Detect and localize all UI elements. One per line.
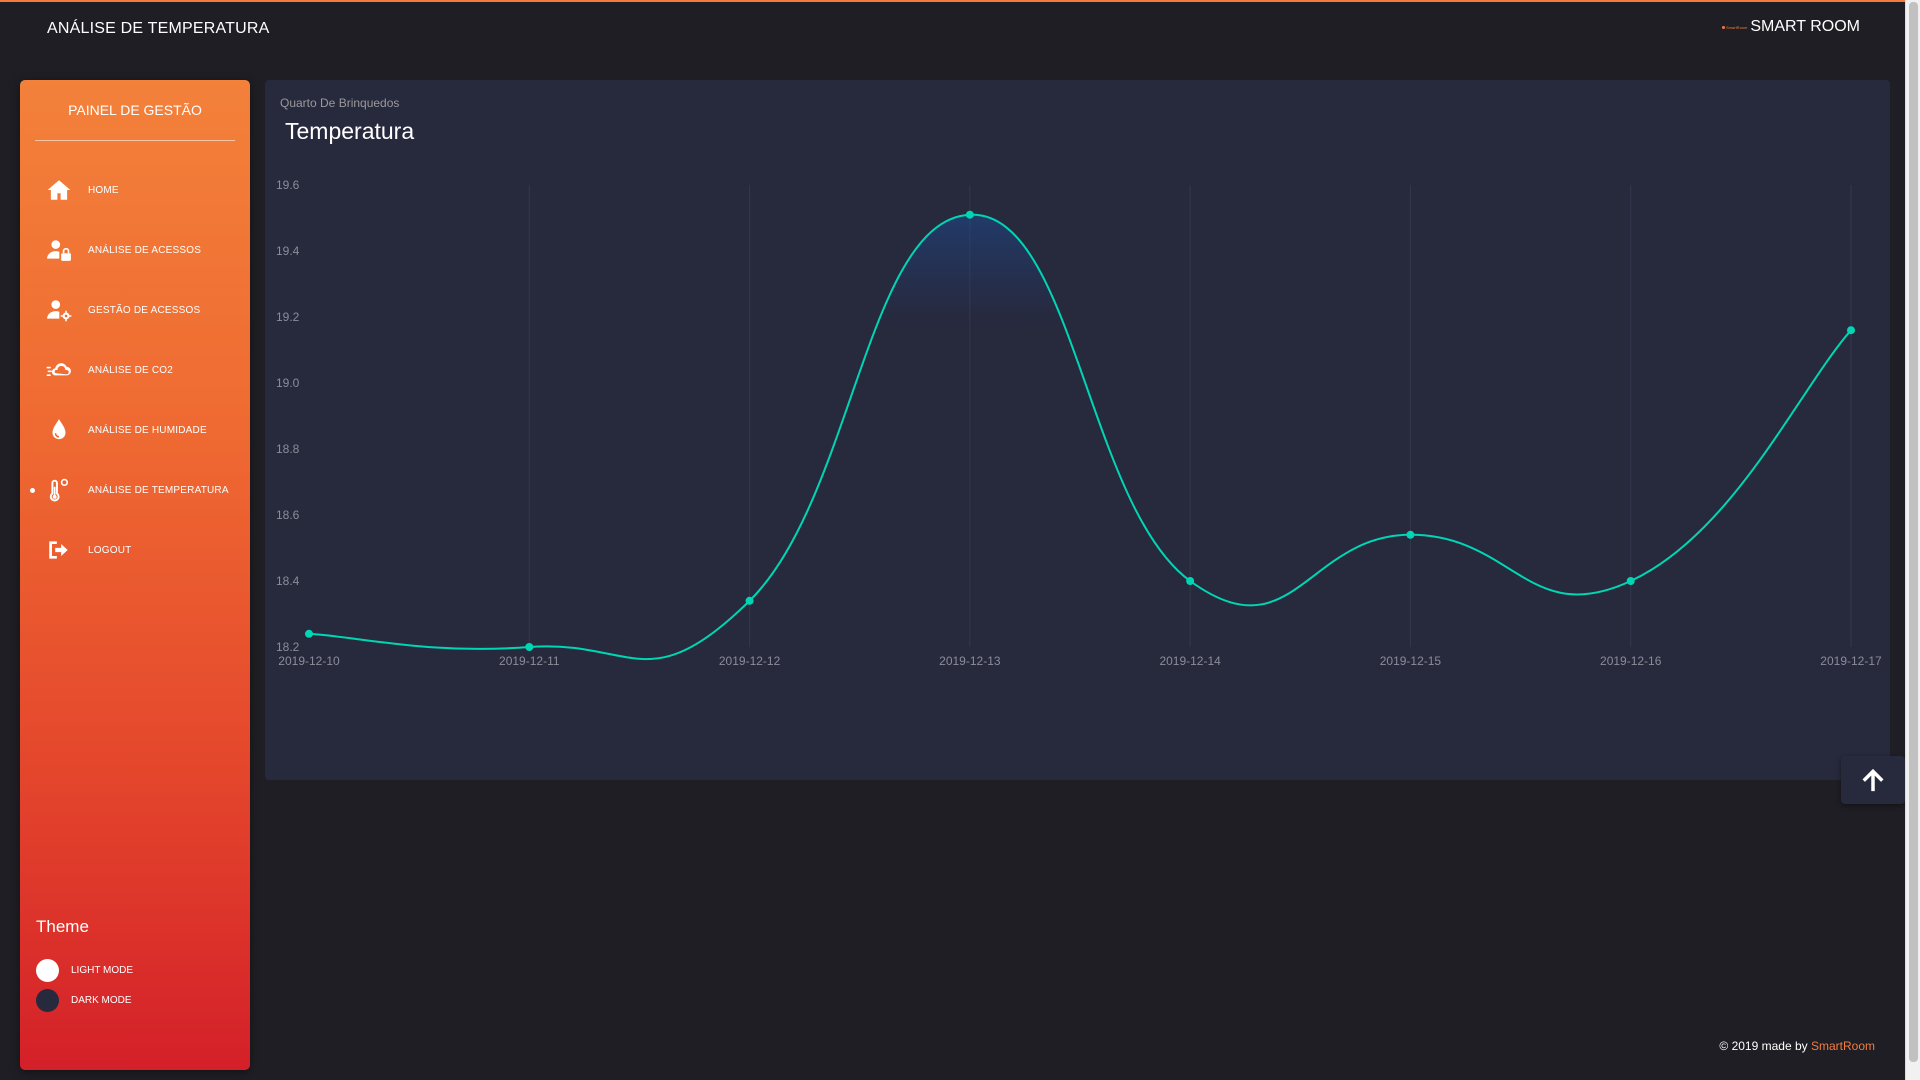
- y-tick-label: 18.6: [276, 508, 300, 522]
- page-title: ANÁLISE DE TEMPERATURA: [47, 20, 270, 37]
- sidebar-item-logout[interactable]: LOGOUT: [20, 520, 250, 580]
- user-lock-icon: [46, 237, 72, 263]
- x-tick-label: 2019-12-12: [719, 654, 781, 668]
- sidebar-item-label: ANÁLISE DE TEMPERATURA: [88, 484, 229, 496]
- sidebar-item-analise-acessos[interactable]: ANÁLISE DE ACESSOS: [20, 220, 250, 280]
- sidebar-divider: [35, 140, 235, 141]
- cloud-wind-icon: [46, 357, 72, 383]
- arrow-up-icon: [1862, 768, 1884, 792]
- sidebar-item-analise-temperatura[interactable]: ANÁLISE DE TEMPERATURA: [20, 460, 250, 520]
- top-accent-line: [0, 0, 1905, 2]
- sidebar-item-label: ANÁLISE DE CO2: [88, 364, 174, 376]
- light-mode-option[interactable]: LIGHT MODE: [36, 959, 133, 982]
- data-point: [1406, 530, 1415, 539]
- sidebar-item-analise-humidade[interactable]: ANÁLISE DE HUMIDADE: [20, 400, 250, 460]
- temperature-chart[interactable]: 18.2 18.4 18.6 18.8 19.0 19.2 19.4 19.6 2019-12-…: [265, 80, 1890, 780]
- y-tick-label: 19.2: [276, 310, 300, 324]
- x-tick-label: 2019-12-14: [1159, 654, 1221, 668]
- sidebar-item-label: ANÁLISE DE HUMIDADE: [88, 424, 207, 436]
- light-mode-swatch[interactable]: [36, 959, 59, 982]
- dark-mode-swatch[interactable]: [36, 989, 59, 1012]
- footer-link[interactable]: SmartRoom: [1811, 1039, 1875, 1053]
- data-point: [1626, 577, 1635, 585]
- y-tick-label: 19.0: [276, 376, 300, 390]
- data-point: [1847, 326, 1855, 335]
- brand-logo: SmartRoom: [1722, 25, 1747, 30]
- sidebar-item-label: GESTÃO DE ACESSOS: [88, 304, 201, 316]
- sidebar-title: PAINEL DE GESTÃO: [68, 102, 202, 118]
- thermometer-icon: [46, 477, 72, 503]
- sidebar-item-analise-co2[interactable]: ANÁLISE DE CO2: [20, 340, 250, 400]
- home-icon: [46, 177, 72, 203]
- sidebar: PAINEL DE GESTÃO HOME ANÁLISE DE ACESSOS…: [20, 80, 250, 1070]
- scroll-to-top-button[interactable]: [1841, 756, 1905, 804]
- y-tick-label: 18.4: [276, 574, 300, 588]
- data-point: [965, 210, 974, 219]
- dark-mode-option[interactable]: DARK MODE: [36, 989, 132, 1012]
- y-tick-label: 18.8: [276, 442, 300, 456]
- data-point: [525, 643, 534, 651]
- active-indicator: [30, 488, 35, 493]
- theme-title: Theme: [36, 917, 89, 936]
- sidebar-item-home[interactable]: HOME: [20, 160, 250, 220]
- y-tick-label: 18.2: [276, 640, 300, 654]
- data-point: [1186, 577, 1195, 585]
- sidebar-item-gestao-acessos[interactable]: GESTÃO DE ACESSOS: [20, 280, 250, 340]
- light-mode-label: LIGHT MODE: [71, 965, 134, 976]
- data-point: [745, 596, 754, 605]
- x-tick-label: 2019-12-17: [1820, 654, 1882, 668]
- droplet-icon: [46, 417, 72, 443]
- temperature-card: Quarto De Brinquedos Temperatura 18.2 18.…: [265, 80, 1890, 780]
- data-point: [305, 629, 313, 638]
- series-area: [309, 214, 1851, 660]
- sidebar-nav: HOME ANÁLISE DE ACESSOS GESTÃO DE ACESSO…: [20, 160, 250, 580]
- brand[interactable]: SmartRoom SMART ROOM: [1722, 18, 1860, 36]
- x-tick-label: 2019-12-10: [278, 654, 340, 668]
- sidebar-item-label: LOGOUT: [88, 544, 132, 556]
- user-cog-icon: [46, 297, 72, 323]
- footer-text: © 2019 made by: [1719, 1039, 1808, 1053]
- x-tick-label: 2019-12-11: [499, 654, 560, 668]
- x-tick-label: 2019-12-15: [1380, 654, 1442, 668]
- logout-icon: [46, 537, 72, 563]
- footer: © 2019 made by SmartRoom: [1719, 1039, 1875, 1053]
- x-tick-label: 2019-12-13: [939, 654, 1001, 668]
- dark-mode-label: DARK MODE: [71, 995, 132, 1006]
- brand-name: SMART ROOM: [1750, 18, 1860, 35]
- y-tick-label: 19.6: [276, 178, 300, 192]
- y-tick-label: 19.4: [276, 244, 300, 258]
- vertical-scrollbar[interactable]: [1905, 0, 1920, 1080]
- x-tick-label: 2019-12-16: [1600, 654, 1662, 668]
- sidebar-item-label: HOME: [88, 184, 119, 196]
- sidebar-item-label: ANÁLISE DE ACESSOS: [88, 244, 202, 256]
- scrollbar-thumb[interactable]: [1909, 2, 1918, 1062]
